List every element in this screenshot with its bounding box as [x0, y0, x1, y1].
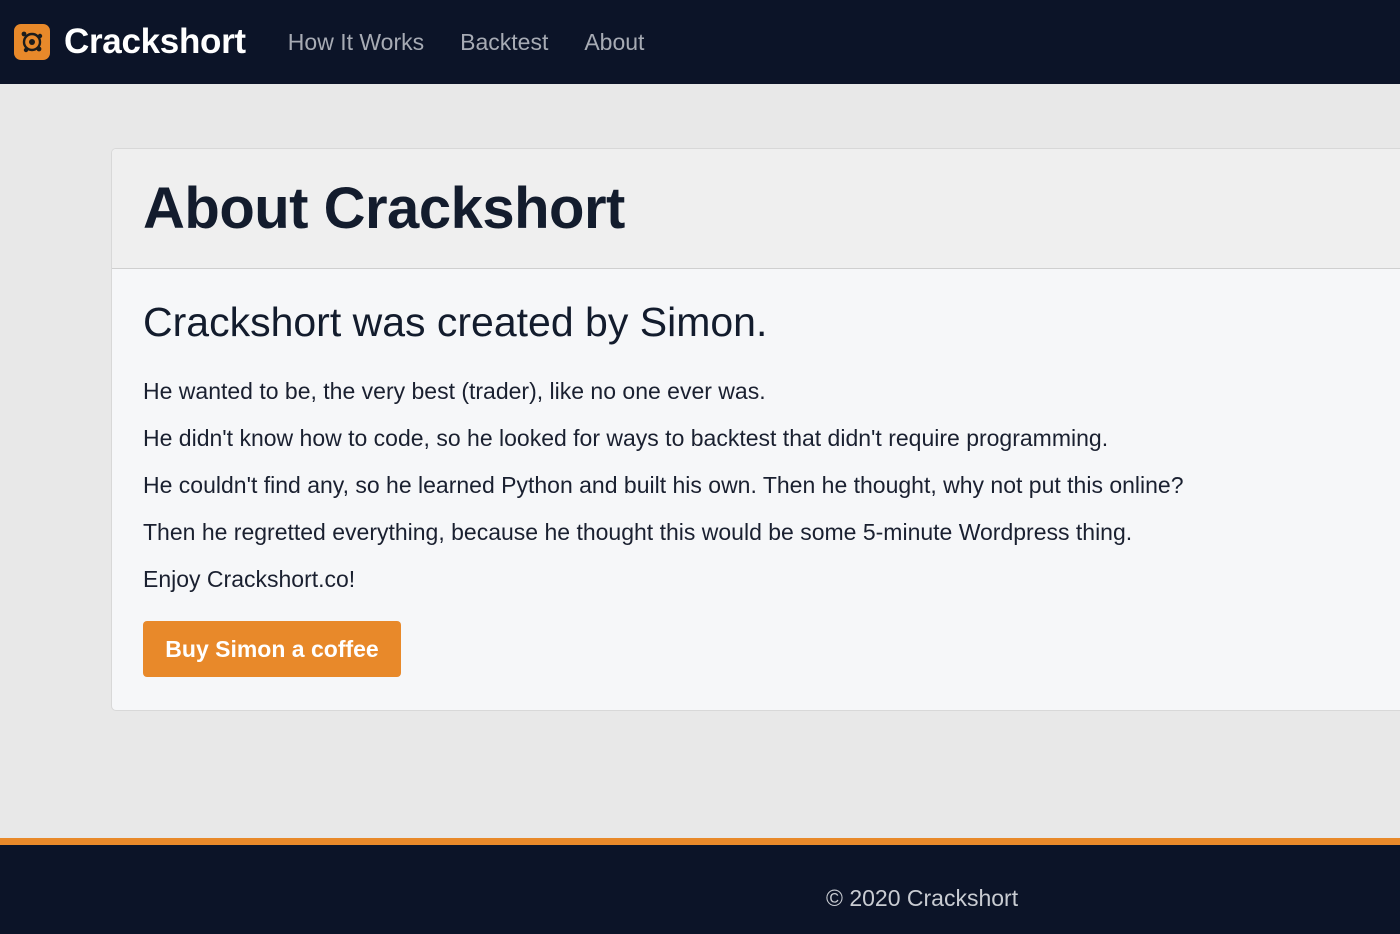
paragraph-4: Then he regretted everything, because he…	[143, 519, 1133, 545]
card-header: About Crackshort	[112, 149, 1400, 269]
footer-copyright: © 2020 Crackshort	[826, 885, 1019, 911]
top-navbar: Crackshort How It Works Backtest About	[0, 0, 1400, 84]
nav-link-about[interactable]: About	[584, 29, 644, 56]
page-title: About Crackshort	[143, 176, 625, 241]
brand-name: Crackshort	[64, 22, 246, 61]
paragraph-3: He couldn't find any, so he learned Pyth…	[143, 472, 1184, 498]
paragraph-1: He wanted to be, the very best (trader),…	[143, 378, 766, 404]
about-card: About Crackshort Crackshort was created …	[111, 148, 1400, 711]
brand-link[interactable]: Crackshort	[14, 22, 246, 62]
card-subtitle: Crackshort was created by Simon.	[143, 299, 768, 345]
nav-link-how-it-works[interactable]: How It Works	[288, 29, 424, 56]
paragraph-2: He didn't know how to code, so he looked…	[143, 425, 1109, 451]
card-body: Crackshort was created by Simon. He want…	[112, 269, 1400, 677]
paragraph-5: Enjoy Crackshort.co!	[143, 566, 356, 592]
buy-coffee-button[interactable]: Buy Simon a coffee	[143, 621, 401, 677]
page-footer: © 2020 Crackshort	[0, 838, 1400, 934]
crackshort-logo-icon	[14, 24, 50, 60]
nav-link-backtest[interactable]: Backtest	[460, 29, 548, 56]
nav-links: How It Works Backtest About	[288, 29, 681, 56]
